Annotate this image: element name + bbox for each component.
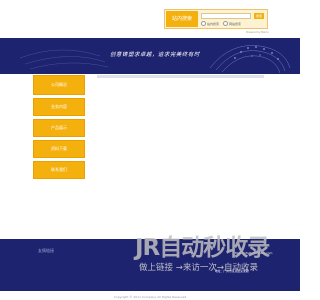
search-go-button[interactable]: 搜索: [254, 13, 264, 19]
radio-web[interactable]: [222, 21, 228, 26]
header-banner: 创意铸塑求卓越，追求完美终有时: [0, 38, 300, 74]
search-scope: 站内搜索 网站搜索: [201, 21, 244, 26]
content-header-bar: [97, 75, 264, 78]
side-nav: 公司概况 业务内容 产品展示 资料下载 联系我们: [33, 75, 85, 182]
nav-item-business[interactable]: 业务内容: [33, 98, 85, 116]
nav-item-downloads[interactable]: 资料下载: [33, 140, 85, 158]
footer-friend-links[interactable]: 友情链接: [38, 248, 54, 254]
copyright-text: Copyright © 2011 Company All Rights Rese…: [113, 295, 187, 299]
banner-slogan: 创意铸塑求卓越，追求完美终有时: [110, 52, 200, 58]
watermark: JR自动秒收录 做上链接 →来访一次→自动收录: [135, 234, 285, 278]
radio-site[interactable]: [201, 21, 206, 26]
search-input[interactable]: [201, 13, 251, 19]
powered-by-text: Powered by Baidu: [246, 31, 269, 34]
nav-item-company-profile[interactable]: 公司概况: [33, 75, 85, 95]
watermark-text: 做上链接 →来访一次→自动收录: [139, 263, 258, 273]
search-box: 站内搜索 搜索 站内搜索 网站搜索: [164, 9, 268, 29]
site-search-button[interactable]: 站内搜索: [166, 11, 198, 27]
watermark-logo: JR自动秒收录: [135, 235, 270, 261]
radio-web-label: 网站搜索: [228, 21, 241, 26]
radio-site-label: 站内搜索: [207, 21, 220, 26]
nav-item-products[interactable]: 产品展示: [33, 119, 85, 137]
nav-item-contact[interactable]: 联系我们: [33, 161, 85, 179]
